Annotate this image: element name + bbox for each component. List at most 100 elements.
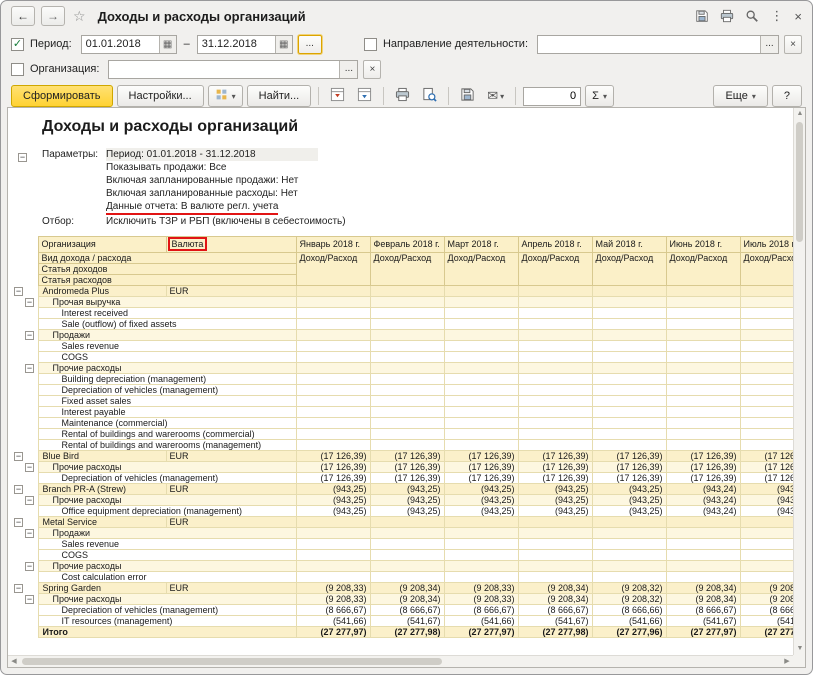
row-name-cell[interactable]: Interest payable bbox=[38, 407, 296, 418]
value-cell[interactable]: (8 666,67) bbox=[370, 605, 444, 616]
collapse-group-toggle[interactable]: − bbox=[25, 463, 34, 472]
value-cell[interactable] bbox=[518, 572, 592, 583]
row-name-cell[interactable]: Прочие расходы bbox=[38, 363, 296, 374]
value-cell[interactable] bbox=[370, 429, 444, 440]
currency-cell[interactable]: EUR bbox=[166, 583, 296, 594]
value-type-header[interactable]: Доход/Расход bbox=[370, 253, 444, 286]
vertical-scrollbar[interactable]: ▲ ▼ bbox=[793, 108, 805, 655]
value-cell[interactable] bbox=[592, 396, 666, 407]
row-name-cell[interactable]: Branch PR-A (Strew) bbox=[38, 484, 166, 495]
value-cell[interactable] bbox=[370, 550, 444, 561]
month-column-header[interactable]: Июль 2018 г. bbox=[740, 237, 793, 253]
period-more-button[interactable]: ... bbox=[298, 35, 322, 54]
value-cell[interactable] bbox=[518, 418, 592, 429]
send-email-button[interactable]: ✉ ▾ bbox=[483, 85, 508, 107]
horizontal-scrollbar[interactable]: ◀ ▶ bbox=[8, 655, 793, 667]
value-cell[interactable] bbox=[666, 572, 740, 583]
value-cell[interactable] bbox=[592, 330, 666, 341]
generate-button[interactable]: Сформировать bbox=[11, 85, 113, 107]
value-cell[interactable]: (9 208,34) bbox=[518, 594, 592, 605]
direction-more-button[interactable]: ... bbox=[760, 36, 778, 53]
value-cell[interactable]: (17 126,39) bbox=[518, 451, 592, 462]
value-cell[interactable] bbox=[444, 308, 518, 319]
value-cell[interactable]: (8 666,67) bbox=[296, 605, 370, 616]
value-cell[interactable] bbox=[518, 550, 592, 561]
value-cell[interactable] bbox=[592, 517, 666, 528]
settings-button[interactable]: Настройки... bbox=[117, 85, 204, 107]
value-cell[interactable] bbox=[296, 286, 370, 297]
value-cell[interactable] bbox=[518, 308, 592, 319]
currency-cell[interactable]: EUR bbox=[166, 286, 296, 297]
value-cell[interactable] bbox=[740, 341, 793, 352]
value-cell[interactable] bbox=[518, 341, 592, 352]
value-cell[interactable] bbox=[666, 352, 740, 363]
value-cell[interactable] bbox=[740, 286, 793, 297]
value-cell[interactable] bbox=[740, 539, 793, 550]
value-cell[interactable]: (943,24) bbox=[666, 484, 740, 495]
value-cell[interactable] bbox=[518, 286, 592, 297]
row-name-cell[interactable]: Rental of buildings and warerooms (comme… bbox=[38, 429, 296, 440]
currency-cell[interactable]: EUR bbox=[166, 484, 296, 495]
calendar-icon[interactable]: ▦ bbox=[275, 36, 292, 53]
value-cell[interactable] bbox=[518, 407, 592, 418]
value-cell[interactable]: (9 208,33) bbox=[296, 583, 370, 594]
value-cell[interactable] bbox=[592, 297, 666, 308]
month-column-header[interactable]: Март 2018 г. bbox=[444, 237, 518, 253]
value-cell[interactable] bbox=[592, 550, 666, 561]
organization-input[interactable]: ... bbox=[108, 60, 358, 79]
value-cell[interactable]: (9 208,33) bbox=[444, 594, 518, 605]
scroll-up-arrow[interactable]: ▲ bbox=[794, 108, 806, 120]
value-cell[interactable]: (8 666,67) bbox=[518, 605, 592, 616]
value-cell[interactable] bbox=[370, 363, 444, 374]
value-cell[interactable] bbox=[370, 539, 444, 550]
scroll-right-arrow[interactable]: ▶ bbox=[781, 656, 793, 668]
value-cell[interactable]: (943,25) bbox=[518, 495, 592, 506]
value-cell[interactable] bbox=[518, 319, 592, 330]
value-cell[interactable] bbox=[444, 418, 518, 429]
row-name-cell[interactable]: Sale (outflow) of fixed assets bbox=[38, 319, 296, 330]
value-cell[interactable] bbox=[444, 539, 518, 550]
value-cell[interactable] bbox=[296, 374, 370, 385]
value-cell[interactable]: (27 277,97) bbox=[296, 627, 370, 638]
expand-groups-button[interactable] bbox=[353, 85, 376, 107]
month-column-header[interactable]: Февраль 2018 г. bbox=[370, 237, 444, 253]
collapse-group-toggle[interactable]: − bbox=[14, 518, 23, 527]
value-cell[interactable] bbox=[444, 297, 518, 308]
collapse-group-toggle[interactable]: − bbox=[25, 331, 34, 340]
value-cell[interactable] bbox=[370, 407, 444, 418]
row-name-cell[interactable]: Прочая выручка bbox=[38, 297, 296, 308]
collapse-group-toggle[interactable]: − bbox=[25, 496, 34, 505]
value-cell[interactable]: (541,67) bbox=[666, 616, 740, 627]
value-cell[interactable]: (17 126,39) bbox=[444, 462, 518, 473]
value-cell[interactable] bbox=[444, 330, 518, 341]
value-cell[interactable]: (17 126,39) bbox=[296, 451, 370, 462]
value-cell[interactable]: (541,66) bbox=[592, 616, 666, 627]
value-cell[interactable] bbox=[370, 440, 444, 451]
value-cell[interactable]: (943,25) bbox=[592, 484, 666, 495]
value-cell[interactable]: (17 126,39) bbox=[740, 451, 793, 462]
direction-checkbox[interactable] bbox=[364, 38, 377, 51]
value-cell[interactable] bbox=[296, 341, 370, 352]
collapse-group-toggle[interactable]: − bbox=[25, 529, 34, 538]
month-column-header[interactable]: Июнь 2018 г. bbox=[666, 237, 740, 253]
value-cell[interactable]: (17 126,39) bbox=[666, 451, 740, 462]
value-cell[interactable]: (17 126,39) bbox=[592, 473, 666, 484]
collapse-group-toggle[interactable]: − bbox=[25, 298, 34, 307]
value-cell[interactable] bbox=[518, 517, 592, 528]
value-cell[interactable]: (17 126,39) bbox=[296, 473, 370, 484]
value-cell[interactable]: (9 208,32) bbox=[592, 594, 666, 605]
value-cell[interactable] bbox=[444, 440, 518, 451]
value-cell[interactable] bbox=[444, 429, 518, 440]
value-cell[interactable] bbox=[370, 517, 444, 528]
value-cell[interactable]: (27 277,97) bbox=[666, 627, 740, 638]
find-button[interactable]: Найти... bbox=[247, 85, 312, 107]
value-cell[interactable] bbox=[666, 297, 740, 308]
organization-clear-button[interactable]: × bbox=[363, 60, 381, 79]
direction-value-input[interactable] bbox=[538, 37, 760, 52]
value-cell[interactable]: (17 126,39) bbox=[592, 462, 666, 473]
row-dimension-header[interactable]: Статья доходов bbox=[38, 264, 296, 275]
row-name-cell[interactable]: Cost calculation error bbox=[38, 572, 296, 583]
value-cell[interactable]: (943,25) bbox=[444, 495, 518, 506]
collapse-group-toggle[interactable]: − bbox=[25, 562, 34, 571]
value-cell[interactable] bbox=[444, 363, 518, 374]
